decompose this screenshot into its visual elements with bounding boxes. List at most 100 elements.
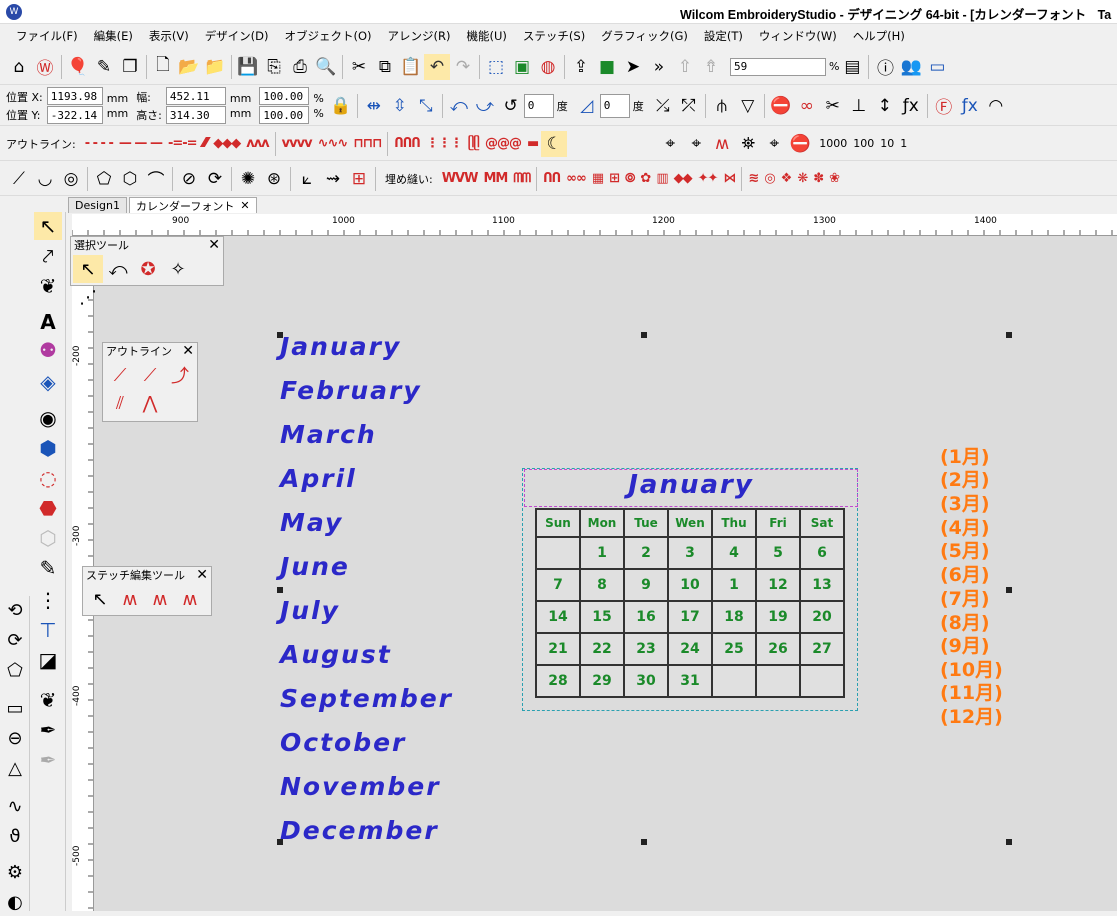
color-film-icon[interactable]: ◍ (535, 54, 561, 80)
cut-icon[interactable]: ✂ (346, 54, 372, 80)
fill-wave-icon[interactable]: ≋ (748, 171, 759, 186)
menu-help[interactable]: ヘルプ(H) (845, 28, 913, 44)
digitize-star-icon[interactable]: ✺ (235, 166, 261, 192)
rectangle-icon[interactable]: ▭ (2, 694, 28, 722)
digitize-ray-icon[interactable]: ⇝ (320, 166, 346, 192)
outline-satin-icon[interactable]: ⁄⁄⁄⁄ (203, 136, 209, 151)
menu-graphic[interactable]: グラフィック(G) (593, 28, 696, 44)
save-icon[interactable]: 💾 (235, 54, 261, 80)
thread-icon[interactable]: ❦ (34, 272, 62, 300)
fill-pattern2-icon[interactable]: ❋ (797, 171, 808, 186)
curve-icon[interactable]: ⟲ (2, 596, 28, 624)
digitize-plus-icon[interactable]: ⊞ (346, 166, 372, 192)
month-text[interactable]: May (280, 508, 343, 537)
height-input[interactable] (165, 106, 226, 124)
stitch-move2-icon[interactable]: ⌖ (683, 131, 709, 157)
outline-single-icon[interactable]: ⟋ (105, 361, 135, 389)
hexagon-icon[interactable]: ⬣ (34, 494, 62, 522)
pos-x-input[interactable] (46, 87, 103, 105)
fill-hatch-icon[interactable]: ▥ (656, 171, 668, 186)
freehand2-icon[interactable]: ϑ (2, 822, 28, 850)
select-lasso-icon[interactable]: ⤺ (103, 255, 133, 283)
spiral-icon[interactable]: ◌ (34, 464, 62, 492)
trim-icon[interactable]: ✂ (820, 93, 846, 119)
fill-zigzag-icon[interactable]: WVW (442, 171, 479, 186)
info-icon[interactable]: ⓘ (872, 54, 898, 80)
menu-edit[interactable]: 編集(E) (86, 28, 141, 44)
month-text[interactable]: August (280, 640, 392, 669)
design-canvas[interactable]: January February March April May June Ju… (94, 236, 1117, 911)
jp-month-text[interactable]: (4月) (940, 517, 990, 540)
fill-cross-icon[interactable]: ⋈ (723, 171, 736, 186)
fill-flower-icon[interactable]: ✿ (640, 171, 651, 186)
outline-square-icon[interactable]: ⊓⊓⊓ (353, 136, 382, 151)
reshape-icon[interactable]: ⤤ (34, 242, 62, 270)
stitch-edit-icon[interactable]: ↖ (85, 585, 115, 613)
digitize-rotate-icon[interactable]: ⟳ (202, 166, 228, 192)
month-text[interactable]: September (280, 684, 453, 713)
month-text[interactable]: February (280, 376, 422, 405)
freehand-icon[interactable]: ∿ (2, 792, 28, 820)
select-object-icon[interactable]: ↖ (73, 255, 103, 283)
width-input[interactable] (165, 87, 226, 105)
step-10[interactable]: 10 (880, 137, 894, 150)
travel-icon[interactable]: ⇪ (568, 54, 594, 80)
trim-knot-icon[interactable]: ∞ (794, 93, 820, 119)
outline-triple-run-icon[interactable]: ⟋ (135, 361, 165, 389)
machine-icon[interactable]: ⇧ (672, 54, 698, 80)
digitize-line-icon[interactable]: ⟋ (6, 166, 32, 192)
rotate-left-icon[interactable]: ⤺ (446, 93, 472, 119)
hoop-tool-icon[interactable]: ⚙ (2, 858, 28, 886)
select-point-icon[interactable]: ⋰ (73, 283, 103, 311)
fill-grid-icon[interactable]: ⊞ (609, 171, 620, 186)
mirror-horizontal-icon[interactable]: ⇹ (361, 93, 387, 119)
stitch-delete-icon[interactable]: ʍ (145, 585, 175, 613)
open-recent-icon[interactable]: 📁 (202, 54, 228, 80)
rotate-right-icon[interactable]: ⤻ (472, 93, 498, 119)
people-icon[interactable]: 👥 (898, 54, 924, 80)
outline-hatch-icon[interactable]: ⋮⋮⋮ (426, 136, 463, 151)
team-names-icon[interactable]: ⚉ (34, 336, 62, 364)
close-icon[interactable]: ✕ (196, 567, 211, 583)
selection-handle[interactable] (277, 587, 283, 593)
outline-chain-icon[interactable]: ᥫᥫ (468, 136, 480, 151)
digitize-poly2-icon[interactable]: ⬡ (117, 166, 143, 192)
jp-month-text[interactable]: (11月) (940, 682, 1003, 705)
close-icon[interactable]: ✕ (208, 237, 223, 253)
badge-icon[interactable]: ⬢ (34, 434, 62, 462)
mirror-diagonal-icon[interactable]: ⤡ (413, 93, 439, 119)
digitize-poly-icon[interactable]: ⬠ (91, 166, 117, 192)
jp-month-text[interactable]: (6月) (940, 564, 990, 587)
copy-icon[interactable]: ⧉ (372, 54, 398, 80)
scale-h-input[interactable] (259, 106, 310, 124)
stitch-angle2-icon[interactable]: ⤱ (676, 93, 702, 119)
height-adjust-icon[interactable]: ↕ (872, 93, 898, 119)
outline-step-icon[interactable]: ՈՈՈ (394, 136, 420, 151)
month-text[interactable]: July (280, 596, 340, 625)
curve2-icon[interactable]: ⟳ (2, 626, 28, 654)
month-text[interactable]: November (280, 772, 441, 801)
digitize-wheel-icon[interactable]: ⊛ (261, 166, 287, 192)
outline-triple-icon[interactable]: — — — (119, 136, 163, 151)
fill-square-icon[interactable]: ᗰᗰ (513, 171, 531, 186)
menu-object[interactable]: オブジェクト(O) (277, 28, 380, 44)
monogram-icon[interactable]: ◈ (34, 368, 62, 396)
fast-forward-icon[interactable]: » (646, 54, 672, 80)
jp-month-text[interactable]: (7月) (940, 588, 990, 611)
outline-loop-icon[interactable]: @@@ (485, 136, 522, 151)
applique-icon[interactable]: ◉ (34, 404, 62, 432)
text-icon[interactable]: A (34, 308, 62, 336)
month-text[interactable]: October (280, 728, 406, 757)
select-polygon-icon[interactable]: ✧ (163, 255, 193, 283)
pos-y-input[interactable] (46, 106, 103, 124)
step-100[interactable]: 100 (853, 137, 874, 150)
selection-handle[interactable] (641, 332, 647, 338)
outline-blanket-icon[interactable]: ◆◆◆ (213, 136, 241, 151)
pen-icon[interactable]: ✒ (34, 716, 62, 744)
month-text[interactable]: April (280, 464, 357, 493)
polygon-icon[interactable]: ⬠ (2, 656, 28, 684)
outline-wave-icon[interactable]: ∿∿∿ (318, 136, 349, 151)
triangle-down-icon[interactable]: ▽ (735, 93, 761, 119)
outline-feather-icon[interactable]: ʌʌʌ (246, 136, 269, 151)
home-icon[interactable]: ⌂ (6, 54, 32, 80)
